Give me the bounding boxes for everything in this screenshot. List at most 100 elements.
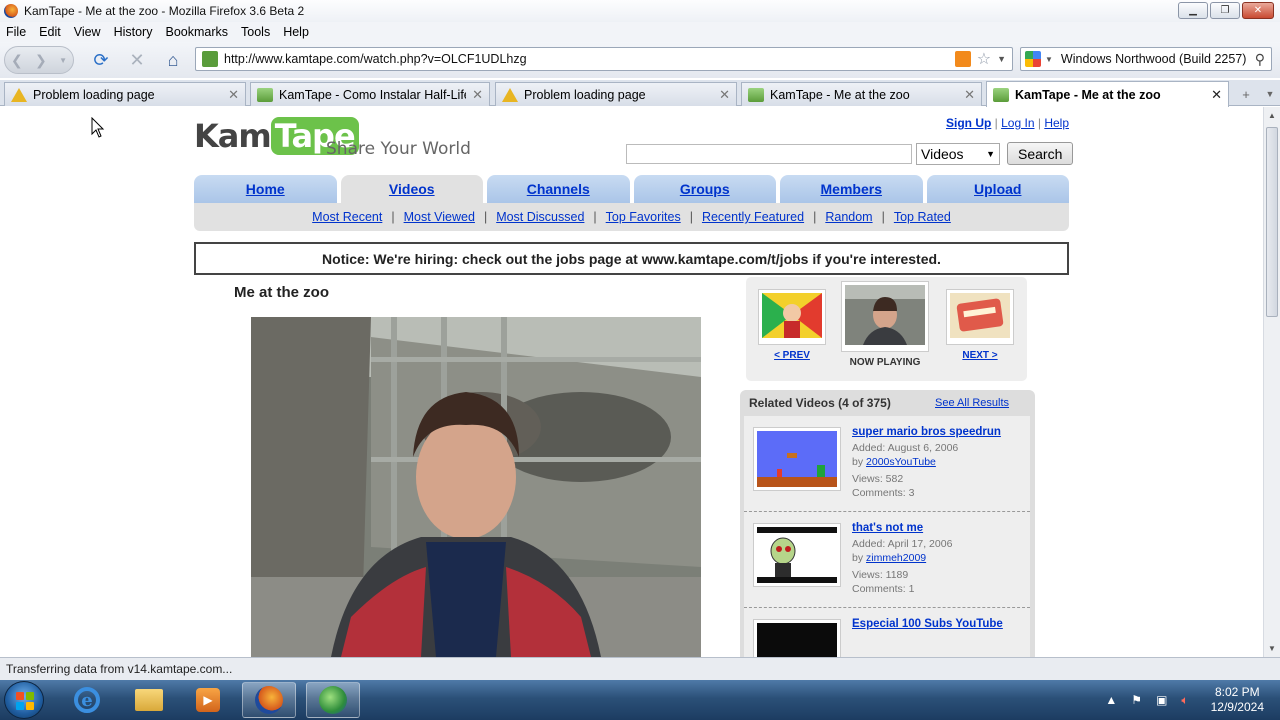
- reload-icon[interactable]: ⟳: [88, 47, 114, 73]
- tab-close-icon[interactable]: ✕: [719, 87, 730, 103]
- prev-video[interactable]: < PREV: [758, 289, 826, 361]
- next-video[interactable]: NEXT >: [946, 289, 1014, 361]
- site-search-input[interactable]: [626, 143, 912, 164]
- related-title-link[interactable]: that's not me: [852, 521, 1022, 535]
- url-dropdown-icon[interactable]: ▼: [997, 54, 1006, 64]
- related-thumbnail[interactable]: [753, 619, 841, 657]
- now-playing: NOW PLAYING: [841, 281, 929, 368]
- subnav-most-viewed[interactable]: Most Viewed: [404, 210, 475, 224]
- page-scrollbar[interactable]: ▲ ▼: [1263, 107, 1280, 657]
- stop-icon[interactable]: ✕: [124, 47, 150, 73]
- subnav-recently-featured[interactable]: Recently Featured: [702, 210, 804, 224]
- taskbar-globe-app[interactable]: [306, 682, 360, 718]
- url-bar[interactable]: http://www.kamtape.com/watch.php?v=OLCF1…: [195, 47, 1013, 71]
- menu-file[interactable]: File: [6, 25, 26, 39]
- related-thumbnail[interactable]: [753, 523, 841, 587]
- prev-link[interactable]: < PREV: [774, 350, 810, 361]
- related-title-link[interactable]: super mario bros speedrun: [852, 425, 1022, 439]
- menu-history[interactable]: History: [114, 25, 153, 39]
- kamtape-icon: [748, 87, 764, 102]
- subnav-random[interactable]: Random: [825, 210, 872, 224]
- subnav-top-favorites[interactable]: Top Favorites: [606, 210, 681, 224]
- tab-videos[interactable]: Videos: [340, 175, 483, 203]
- search-icon[interactable]: ⚲: [1255, 51, 1265, 68]
- tab-kamtape-me-at-the-zoo[interactable]: KamTape - Me at the zoo ✕: [741, 82, 982, 106]
- related-videos-header: Related Videos (4 of 375) See All Result…: [740, 390, 1035, 416]
- taskbar-media-player[interactable]: ▶: [181, 682, 235, 718]
- menu-help[interactable]: Help: [283, 25, 309, 39]
- video-player[interactable]: [251, 317, 701, 657]
- taskbar-firefox[interactable]: [242, 682, 296, 718]
- tab-close-icon[interactable]: ✕: [964, 87, 975, 103]
- start-button[interactable]: [4, 681, 44, 719]
- site-identity-icon[interactable]: [202, 51, 218, 67]
- menu-bookmarks[interactable]: Bookmarks: [165, 25, 228, 39]
- firefox-icon: [255, 686, 283, 714]
- clock-time: 8:02 PM: [1214, 685, 1260, 699]
- subnav-top-rated[interactable]: Top Rated: [894, 210, 951, 224]
- history-dropdown-icon[interactable]: ▼: [59, 56, 67, 65]
- cartoon-thumbnail-image: [757, 527, 837, 583]
- bookmark-star-icon[interactable]: ☆: [977, 49, 991, 69]
- tab-bar: Problem loading page ✕ KamTape - Como In…: [0, 80, 1280, 107]
- help-link[interactable]: Help: [1044, 116, 1069, 130]
- tab-close-icon[interactable]: ✕: [472, 87, 483, 103]
- see-all-results-link[interactable]: See All Results: [935, 397, 1009, 409]
- windows-taskbar: e ▶ ▲ ⚑ ▣ 🔈︎ 8:02 PM 12/9/2024: [0, 680, 1280, 720]
- subnav-most-discussed[interactable]: Most Discussed: [496, 210, 584, 224]
- related-thumbnail[interactable]: [753, 427, 841, 491]
- next-video-thumbnail[interactable]: [946, 289, 1014, 345]
- tab-close-icon[interactable]: ✕: [228, 87, 239, 103]
- tab-kamtape-me-at-the-zoo-active[interactable]: KamTape - Me at the zoo ✕: [986, 81, 1229, 107]
- google-icon[interactable]: [1025, 51, 1041, 67]
- volume-muted-icon[interactable]: 🔈︎: [1181, 693, 1188, 708]
- tab-home[interactable]: Home: [194, 175, 337, 203]
- web-search-box[interactable]: ▼ Windows Northwood (Build 2257) ⚲: [1020, 47, 1272, 71]
- menu-tools[interactable]: Tools: [241, 25, 270, 39]
- prev-next-panel: < PREV NOW PLAYING NEXT >: [746, 277, 1027, 381]
- taskbar-internet-explorer[interactable]: e: [60, 682, 114, 718]
- tab-problem-loading-1[interactable]: Problem loading page ✕: [4, 82, 246, 106]
- url-text[interactable]: http://www.kamtape.com/watch.php?v=OLCF1…: [224, 52, 955, 66]
- sign-up-link[interactable]: Sign Up: [946, 116, 991, 130]
- menu-view[interactable]: View: [74, 25, 101, 39]
- related-title-link[interactable]: Especial 100 Subs YouTube: [852, 617, 1022, 631]
- tab-upload[interactable]: Upload: [926, 175, 1069, 203]
- rss-feed-icon[interactable]: [954, 51, 971, 67]
- taskbar-explorer[interactable]: [122, 682, 176, 718]
- tab-kamtape-half-life[interactable]: KamTape - Como Instalar Half-Life... ✕: [250, 82, 490, 106]
- list-item: super mario bros speedrun Added: August …: [744, 416, 1030, 512]
- back-forward-button[interactable]: ❮ ❯ ▼: [4, 46, 74, 74]
- tab-problem-loading-2[interactable]: Problem loading page ✕: [495, 82, 737, 106]
- search-category-select[interactable]: Videos ▼: [916, 142, 1000, 165]
- menu-edit[interactable]: Edit: [39, 25, 61, 39]
- prev-video-thumbnail[interactable]: [758, 289, 826, 345]
- log-in-link[interactable]: Log In: [1001, 116, 1034, 130]
- next-link[interactable]: NEXT >: [962, 350, 997, 361]
- scroll-up-icon[interactable]: ▲: [1268, 111, 1276, 120]
- subnav-most-recent[interactable]: Most Recent: [312, 210, 382, 224]
- site-search-button[interactable]: Search: [1007, 142, 1074, 165]
- now-playing-label: NOW PLAYING: [849, 357, 921, 368]
- action-center-flag-icon[interactable]: ⚑: [1131, 693, 1142, 707]
- search-box-text[interactable]: Windows Northwood (Build 2257): [1061, 52, 1255, 66]
- close-window-button[interactable]: ✕: [1242, 2, 1274, 19]
- tab-members[interactable]: Members: [780, 175, 923, 203]
- tab-groups[interactable]: Groups: [633, 175, 776, 203]
- list-all-tabs-icon[interactable]: ▼: [1258, 83, 1280, 105]
- next-thumbnail-image: [950, 293, 1010, 338]
- scroll-down-icon[interactable]: ▼: [1268, 644, 1276, 653]
- tab-close-icon[interactable]: ✕: [1211, 87, 1222, 103]
- minimize-button[interactable]: ▁: [1178, 2, 1208, 19]
- system-clock[interactable]: 8:02 PM 12/9/2024: [1211, 685, 1264, 715]
- scrollbar-thumb[interactable]: [1266, 127, 1278, 317]
- new-tab-icon[interactable]: +: [1234, 83, 1258, 105]
- show-hidden-icons-icon[interactable]: ▲: [1105, 693, 1117, 707]
- network-icon[interactable]: ▣: [1156, 693, 1167, 707]
- home-icon[interactable]: ⌂: [160, 47, 186, 73]
- author-link[interactable]: 2000sYouTube: [866, 456, 936, 468]
- search-engine-dropdown-icon[interactable]: ▼: [1045, 55, 1053, 64]
- tab-channels[interactable]: Channels: [487, 175, 630, 203]
- maximize-button[interactable]: ❐: [1210, 2, 1240, 19]
- author-link[interactable]: zimmeh2009: [866, 552, 926, 564]
